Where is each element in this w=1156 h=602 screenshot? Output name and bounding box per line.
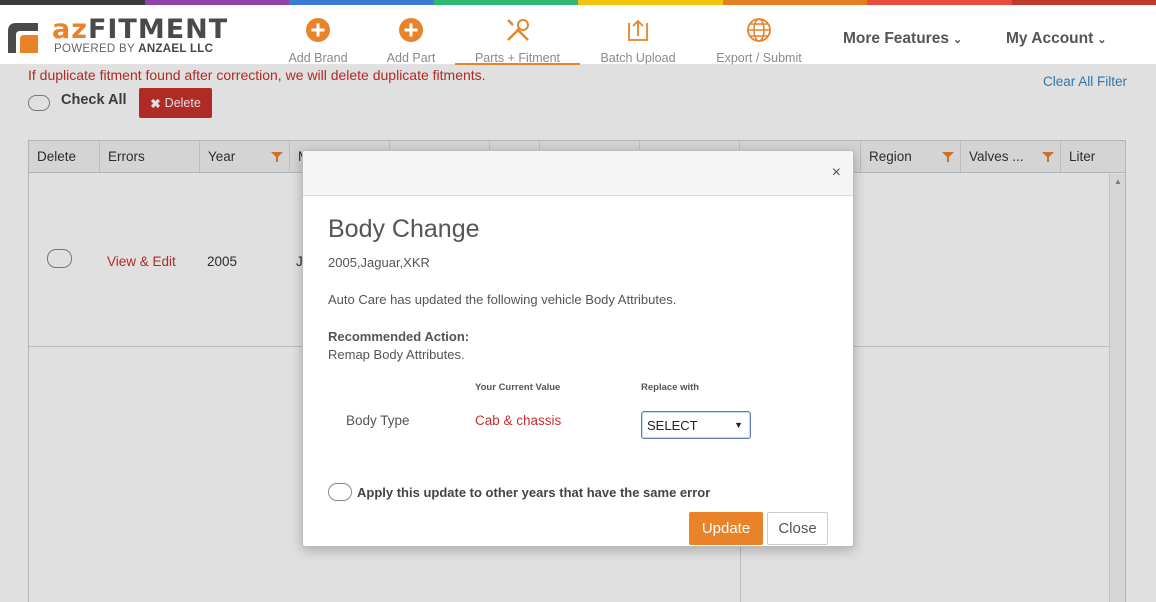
- more-features-label: More Features: [843, 30, 949, 47]
- update-button[interactable]: Update: [689, 512, 763, 545]
- body-change-dialog: × Body Change 2005,Jaguar,XKR Auto Care …: [302, 150, 854, 547]
- plus-circle-icon: [306, 18, 330, 42]
- nav-label: Add Brand: [288, 51, 348, 65]
- close-icon[interactable]: ×: [832, 165, 841, 181]
- top-header: azFITMENT POWERED BY ANZAEL LLC Add Bran…: [0, 5, 1156, 65]
- my-account-label: My Account: [1006, 30, 1094, 47]
- replace-with-header: Replace with: [641, 382, 700, 393]
- replace-with-select[interactable]: SELECT ▼: [641, 411, 751, 439]
- nav-add-brand[interactable]: Add Brand: [287, 17, 349, 65]
- chevron-down-icon: ⌄: [1097, 34, 1107, 46]
- logo-wordmark: azFITMENT: [52, 15, 228, 45]
- nav-label: Parts + Fitment: [474, 51, 561, 65]
- recommended-action-text: Remap Body Attributes.: [328, 347, 465, 362]
- tools-icon: [506, 19, 529, 41]
- nav-label: Add Part: [386, 51, 436, 65]
- plus-circle-icon: [399, 18, 423, 42]
- nav-label: Batch Upload: [600, 51, 676, 65]
- globe-icon: [747, 18, 771, 42]
- my-account-menu[interactable]: My Account ⌄: [1006, 30, 1106, 48]
- dialog-header: ×: [303, 151, 853, 196]
- dialog-description: Auto Care has updated the following vehi…: [328, 292, 677, 307]
- chevron-down-icon: ⌄: [952, 34, 963, 46]
- close-button[interactable]: Close: [767, 512, 828, 545]
- logo-mark-icon: [8, 23, 38, 53]
- nav-add-part[interactable]: Add Part: [385, 17, 437, 65]
- brand-logo[interactable]: azFITMENT POWERED BY ANZAEL LLC: [6, 15, 227, 61]
- nav-batch-upload[interactable]: Batch Upload: [600, 17, 676, 65]
- recommended-action-heading: Recommended Action:: [328, 329, 470, 344]
- current-value: Cab & chassis: [475, 413, 562, 428]
- nav-parts-fitment[interactable]: Parts + Fitment: [455, 17, 580, 65]
- upload-icon: [628, 19, 648, 41]
- logo-accent-text: az: [52, 14, 88, 45]
- attribute-name: Body Type: [346, 413, 410, 428]
- vehicle-info: 2005,Jaguar,XKR: [328, 255, 430, 270]
- apply-other-years-checkbox[interactable]: [328, 483, 352, 501]
- tagline-prefix: POWERED BY: [54, 43, 139, 55]
- apply-other-years-label[interactable]: Apply this update to other years that ha…: [357, 485, 710, 500]
- nav-export-submit[interactable]: Export / Submit: [715, 17, 803, 65]
- current-value-header: Your Current Value: [475, 382, 561, 393]
- logo-main-text: FITMENT: [87, 14, 229, 45]
- more-features-menu[interactable]: More Features ⌄: [843, 30, 962, 48]
- dropdown-arrow-icon: ▼: [734, 420, 743, 430]
- tagline-company: ANZAEL LLC: [138, 43, 214, 55]
- dialog-title: Body Change: [328, 215, 480, 243]
- logo-tagline: POWERED BY ANZAEL LLC: [54, 43, 213, 55]
- nav-label: Export / Submit: [716, 51, 802, 65]
- select-value: SELECT: [647, 418, 698, 433]
